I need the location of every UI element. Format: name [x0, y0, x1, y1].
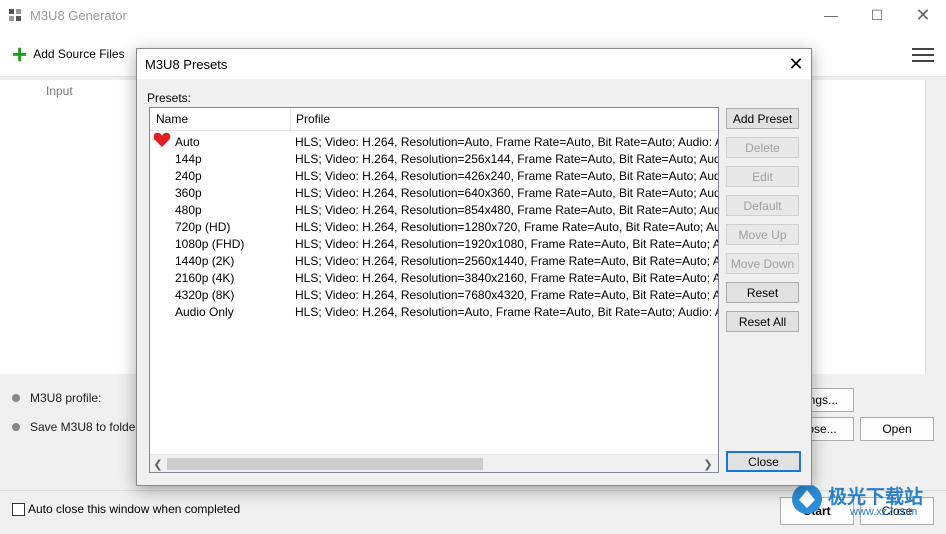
- arrow-right-icon[interactable]: ❯: [702, 457, 714, 471]
- reset-all-button[interactable]: Reset All: [726, 311, 799, 332]
- dialog-titlebar: M3U8 Presets ✕: [137, 49, 811, 79]
- main-window-title: M3U8 Generator: [30, 8, 127, 23]
- add-source-files-button[interactable]: + Add Source Files: [12, 39, 125, 69]
- save-folder-bullet: [12, 423, 20, 431]
- preset-name: Auto: [175, 135, 200, 149]
- preset-row[interactable]: 360p HLS; Video: H.264, Resolution=640x36…: [150, 185, 718, 202]
- add-source-files-label: Add Source Files: [33, 47, 125, 61]
- preset-row[interactable]: Auto HLS; Video: H.264, Resolution=Auto, …: [150, 132, 719, 151]
- maximize-icon[interactable]: ☐: [854, 0, 900, 30]
- dialog-title: M3U8 Presets: [145, 57, 228, 72]
- close-icon[interactable]: ✕: [900, 0, 946, 30]
- column-name[interactable]: Name: [156, 112, 188, 126]
- open-button[interactable]: Open: [860, 417, 934, 441]
- preset-name: 480p: [175, 203, 202, 217]
- auto-close-label: Auto close this window when completed: [28, 502, 241, 516]
- preset-name: 2160p (4K): [175, 271, 235, 285]
- main-titlebar: M3U8 Generator — ☐ ✕: [0, 0, 946, 30]
- open-button-label: Open: [882, 422, 912, 436]
- horizontal-scrollbar[interactable]: ❮ ❯: [150, 454, 718, 472]
- preset-row[interactable]: 144p HLS; Video: H.264, Resolution=256x14…: [150, 151, 718, 168]
- preset-name: 1440p (2K): [175, 254, 235, 268]
- preset-name: 4320p (8K): [175, 288, 235, 302]
- move-down-label: Move Down: [730, 256, 795, 271]
- scrollbar-thumb[interactable]: [167, 458, 483, 470]
- move-up-button[interactable]: Move Up: [726, 224, 799, 245]
- preset-name: 360p: [175, 186, 202, 200]
- heart-icon: [153, 132, 171, 147]
- menu-icon[interactable]: [910, 44, 936, 66]
- reset-button[interactable]: Reset: [726, 282, 799, 303]
- preset-row[interactable]: 1440p (2K) HLS; Video: H.264, Resolution=…: [150, 253, 718, 270]
- watermark-url: www.xz7.com: [850, 506, 918, 518]
- preset-profile: HLS; Video: H.264, Resolution=Auto, Fram…: [295, 135, 719, 149]
- m3u8-profile-label: M3U8 profile:: [30, 391, 102, 405]
- arrow-left-icon[interactable]: ❮: [152, 457, 164, 471]
- minimize-icon[interactable]: —: [808, 0, 854, 30]
- preset-profile: HLS; Video: H.264, Resolution=1920x1080,…: [295, 237, 719, 251]
- save-folder-label: Save M3U8 to folder:: [30, 420, 143, 434]
- reset-all-label: Reset All: [738, 314, 787, 329]
- preset-name: 144p: [175, 152, 202, 166]
- dialog-close-label: Close: [748, 454, 779, 469]
- profile-bullet: [12, 394, 20, 402]
- column-input[interactable]: Input: [46, 84, 73, 98]
- preset-profile: HLS; Video: H.264, Resolution=3840x2160,…: [295, 271, 719, 285]
- preset-row[interactable]: 1080p (FHD) HLS; Video: H.264, Resolution…: [150, 236, 718, 253]
- preset-row[interactable]: 4320p (8K) HLS; Video: H.264, Resolution=…: [150, 287, 718, 304]
- preset-name: Audio Only: [175, 305, 234, 319]
- delete-button[interactable]: Delete: [726, 137, 799, 158]
- default-label: Default: [743, 198, 782, 213]
- watermark-text: 极光下载站: [828, 487, 924, 508]
- add-preset-button[interactable]: Add Preset: [726, 108, 799, 129]
- file-list-scrollbar[interactable]: [925, 80, 946, 374]
- delete-label: Delete: [745, 140, 780, 155]
- close-icon[interactable]: ✕: [781, 49, 811, 79]
- preset-profile: HLS; Video: H.264, Resolution=7680x4320,…: [295, 288, 719, 302]
- preset-profile: HLS; Video: H.264, Resolution=Auto, Fram…: [295, 305, 719, 319]
- app-icon: [9, 9, 21, 21]
- preset-row[interactable]: Audio Only HLS; Video: H.264, Resolution=…: [150, 304, 718, 321]
- preset-profile: HLS; Video: H.264, Resolution=640x360, F…: [295, 186, 719, 200]
- move-up-label: Move Up: [738, 227, 787, 242]
- auto-close-checkbox[interactable]: [12, 503, 25, 516]
- edit-button[interactable]: Edit: [726, 166, 799, 187]
- column-separator[interactable]: [290, 108, 291, 130]
- move-down-button[interactable]: Move Down: [726, 253, 799, 274]
- preset-name: 720p (HD): [175, 220, 231, 234]
- column-profile[interactable]: Profile: [296, 112, 330, 126]
- default-button[interactable]: Default: [726, 195, 799, 216]
- edit-label: Edit: [752, 169, 773, 184]
- reset-label: Reset: [746, 285, 779, 300]
- add-preset-label: Add Preset: [732, 111, 793, 126]
- preset-name: 1080p (FHD): [175, 237, 245, 251]
- watermark: 极光下载站 www.xz7.com: [790, 478, 940, 526]
- preset-profile: HLS; Video: H.264, Resolution=2560x1440,…: [295, 254, 719, 268]
- preset-name: 240p: [175, 169, 202, 183]
- preset-row[interactable]: 720p (HD) HLS; Video: H.264, Resolution=1…: [150, 219, 718, 236]
- preset-row[interactable]: 240p HLS; Video: H.264, Resolution=426x24…: [150, 168, 718, 185]
- preset-profile: HLS; Video: H.264, Resolution=854x480, F…: [295, 203, 719, 217]
- presets-dialog: M3U8 Presets ✕ Presets: Name Profile Aut…: [136, 48, 812, 486]
- preset-profile: HLS; Video: H.264, Resolution=1280x720, …: [295, 220, 719, 234]
- presets-list[interactable]: Name Profile Auto HLS; Video: H.264, Reso…: [149, 107, 719, 473]
- watermark-logo-icon: [792, 484, 822, 514]
- preset-profile: HLS; Video: H.264, Resolution=256x144, F…: [295, 152, 719, 166]
- presets-label: Presets:: [147, 91, 192, 105]
- dialog-close-button[interactable]: Close: [726, 451, 801, 472]
- preset-row[interactable]: 2160p (4K) HLS; Video: H.264, Resolution=…: [150, 270, 718, 287]
- preset-profile: HLS; Video: H.264, Resolution=426x240, F…: [295, 169, 719, 183]
- preset-row[interactable]: 480p HLS; Video: H.264, Resolution=854x48…: [150, 202, 718, 219]
- presets-list-header: Name Profile: [150, 108, 718, 131]
- plus-icon: +: [12, 39, 28, 69]
